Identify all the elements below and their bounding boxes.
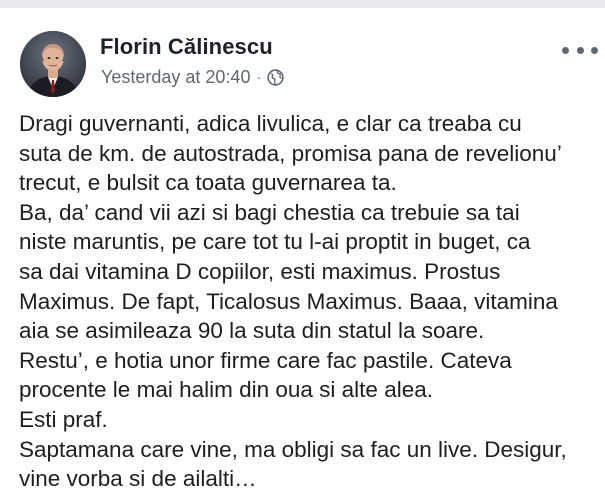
post-body: Dragi guvernanti, adica livulica, e clar… — [19, 109, 599, 494]
feed-background-strip — [0, 0, 605, 8]
post-text-line: Maximus. De fapt, Ticalosus Maximus. Baa… — [19, 288, 558, 314]
post-text-line: suta de km. de autostrada, promisa pana … — [19, 140, 562, 166]
meta-separator: · — [256, 69, 262, 85]
post-text-line: niste maruntis, pe care tot tu l-ai prop… — [19, 229, 531, 255]
globe-icon[interactable] — [267, 68, 284, 86]
post-meta: Yesterday at 20:40 · — [101, 66, 284, 88]
post-text-line: procente le mai halim din oua si alte al… — [19, 377, 433, 403]
post-text-line: vine vorba si de ailalti… — [19, 466, 257, 492]
post-text-line: Restu’, e hotia unor firme care fac past… — [19, 347, 512, 373]
more-options-icon[interactable] — [562, 40, 598, 60]
post-text-line: Esti praf. — [19, 406, 108, 432]
post-text-line: Dragi guvernanti, adica livulica, e clar… — [19, 111, 522, 136]
post-text-line: trecut, e bulsit ca toata guvernarea ta. — [19, 170, 397, 196]
more-dot — [562, 46, 569, 54]
post-text-line: Saptamana care vine, ma obligi sa fac un… — [19, 436, 567, 462]
more-dot — [576, 46, 584, 54]
facebook-post: Florin Călinescu Yesterday at 20:40 · Dr… — [0, 8, 605, 500]
post-text-line: sa dai vitamina D copiilor, esti maximus… — [19, 258, 501, 284]
post-timestamp[interactable]: Yesterday at 20:40 — [101, 67, 250, 88]
more-dot — [591, 46, 598, 54]
post-text-line: Ba, da’ cand vii azi si bagi chestia ca … — [19, 199, 520, 225]
avatar[interactable] — [20, 31, 86, 97]
post-text-line: aia se asimileaza 90 la suta din statul … — [19, 318, 485, 344]
avatar-photo — [20, 31, 86, 97]
author-name[interactable]: Florin Călinescu — [100, 34, 273, 60]
